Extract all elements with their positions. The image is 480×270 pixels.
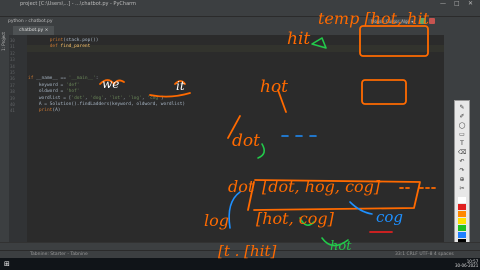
ink-word-dot-2: dot bbox=[228, 177, 255, 196]
ink-list-2: [hot, cog] bbox=[256, 209, 335, 228]
ink-list-3: [t . [hit] bbox=[218, 242, 277, 260]
ink-word-cog: cog bbox=[376, 208, 403, 226]
ink-word-hot-2: hot bbox=[330, 239, 352, 254]
ink-box-mid bbox=[361, 79, 407, 105]
ink-underline bbox=[149, 92, 191, 98]
ink-word-hit: hit bbox=[287, 29, 310, 49]
ink-blue-arrow-1 bbox=[228, 191, 241, 229]
ink-list-1: [dot, hog, cog] bbox=[262, 177, 381, 196]
ink-word-hot-1: hot bbox=[260, 77, 288, 97]
handwritten-annotations: temp [hot, hit hit hot dot dot [dot, hog… bbox=[99, 9, 439, 260]
ink-word-log: log bbox=[204, 211, 229, 230]
ink-green-mark-1 bbox=[311, 37, 327, 49]
ink-word-it: it bbox=[176, 79, 185, 93]
ink-box-top bbox=[359, 25, 429, 57]
ink-word-we: we bbox=[102, 77, 119, 91]
ink-word-dot-1: dot bbox=[232, 131, 260, 151]
ink-top-label: temp [hot, hit bbox=[318, 9, 430, 28]
